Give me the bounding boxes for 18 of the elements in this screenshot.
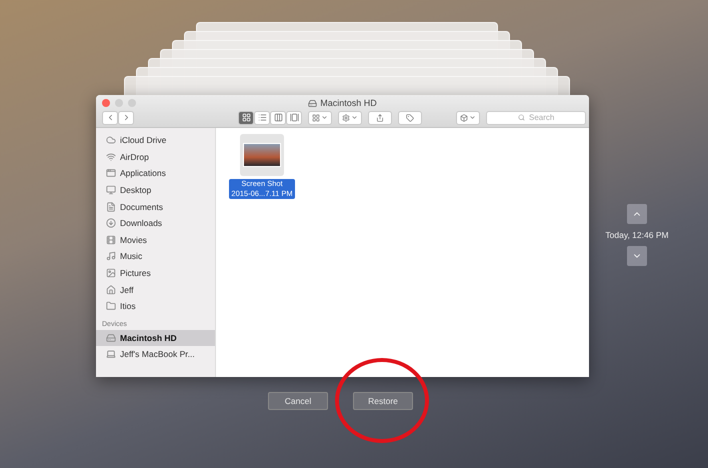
sidebar-item[interactable]: Music	[96, 248, 215, 265]
sidebar-item[interactable]: AirDrop	[96, 148, 215, 166]
sidebar-item[interactable]: Applications	[96, 165, 215, 182]
cancel-button[interactable]: Cancel	[268, 392, 328, 410]
window-title: Macintosh HD	[320, 98, 377, 108]
sidebar-item[interactable]: Jeff	[96, 281, 215, 298]
sidebar-item[interactable]: Desktop	[96, 182, 215, 198]
sidebar-item[interactable]: Jeff's MacBook Pr...	[96, 346, 215, 363]
sidebar-item[interactable]: Itios	[96, 298, 215, 315]
sidebar-item[interactable]: iCloud Drive	[96, 132, 215, 149]
sidebar-item[interactable]: Downloads	[96, 214, 215, 232]
timeline-date: Today, 12:46 PM	[605, 230, 669, 240]
sidebar-item[interactable]: Movies	[96, 232, 215, 248]
sidebar-item[interactable]: Documents	[96, 198, 215, 215]
sidebar-item[interactable]: Pictures	[96, 264, 215, 282]
restore-button[interactable]: Restore	[353, 392, 413, 410]
search-field[interactable]: Search	[486, 110, 586, 125]
sidebar-item[interactable]: Macintosh HD	[96, 330, 215, 346]
